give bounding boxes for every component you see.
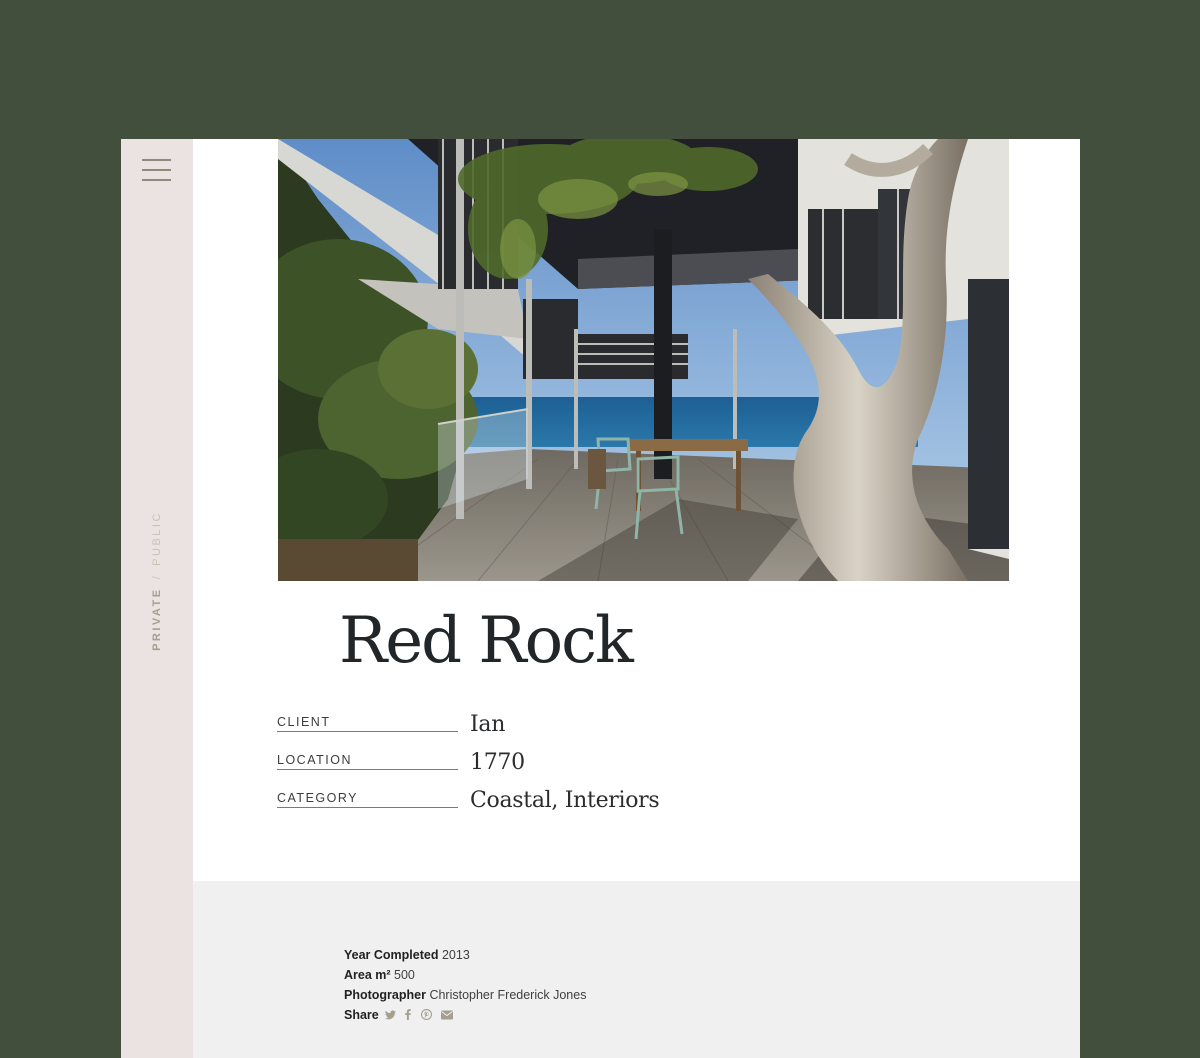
fact-photographer-value: Christopher Frederick Jones bbox=[429, 988, 587, 1002]
pinterest-icon[interactable] bbox=[420, 1006, 432, 1026]
fact-year-value: 2013 bbox=[441, 948, 470, 962]
fact-area: Area m² 500 bbox=[344, 965, 586, 985]
location-row: LOCATION 1770 bbox=[277, 750, 677, 783]
twitter-icon[interactable] bbox=[384, 1006, 396, 1026]
project-title: Red Rock bbox=[339, 604, 634, 678]
fact-photographer: Photographer Christopher Frederick Jones bbox=[344, 985, 586, 1005]
hamburger-menu-icon[interactable] bbox=[142, 159, 171, 181]
fact-year: Year Completed 2013 bbox=[344, 945, 586, 965]
category-label: CATEGORY bbox=[277, 791, 458, 808]
fact-share: Share bbox=[344, 1005, 586, 1026]
client-label: CLIENT bbox=[277, 715, 458, 732]
privacy-toggle: PRIVATE / PUBLIC bbox=[151, 511, 163, 651]
share-icons bbox=[384, 1005, 459, 1026]
page-frame: PRIVATE / PUBLIC Red Rock CLIENT Ian LOCAT… bbox=[121, 139, 1080, 1058]
fact-area-label: Area m² bbox=[344, 968, 391, 982]
fact-year-label: Year Completed bbox=[344, 948, 439, 962]
sidebar: PRIVATE / PUBLIC bbox=[121, 139, 193, 1058]
project-facts-panel: Year Completed 2013 Area m² 500 Photogra… bbox=[193, 881, 1080, 1058]
client-row: CLIENT Ian bbox=[277, 712, 677, 745]
share-label: Share bbox=[344, 1008, 379, 1022]
toggle-separator: / bbox=[151, 573, 163, 580]
fact-photographer-label: Photographer bbox=[344, 988, 426, 1002]
project-hero-image bbox=[278, 139, 1009, 581]
category-row: CATEGORY Coastal, Interiors bbox=[277, 788, 677, 821]
category-value[interactable]: Coastal, Interiors bbox=[470, 788, 660, 813]
location-label: LOCATION bbox=[277, 753, 458, 770]
location-value: 1770 bbox=[470, 750, 525, 775]
email-icon[interactable] bbox=[441, 1006, 454, 1026]
facts-list: Year Completed 2013 Area m² 500 Photogra… bbox=[344, 945, 586, 1026]
fact-area-value: 500 bbox=[394, 968, 415, 982]
toggle-public[interactable]: PUBLIC bbox=[151, 511, 163, 566]
toggle-private[interactable]: PRIVATE bbox=[151, 587, 163, 651]
facebook-icon[interactable] bbox=[405, 1006, 411, 1026]
client-value: Ian bbox=[470, 712, 506, 737]
